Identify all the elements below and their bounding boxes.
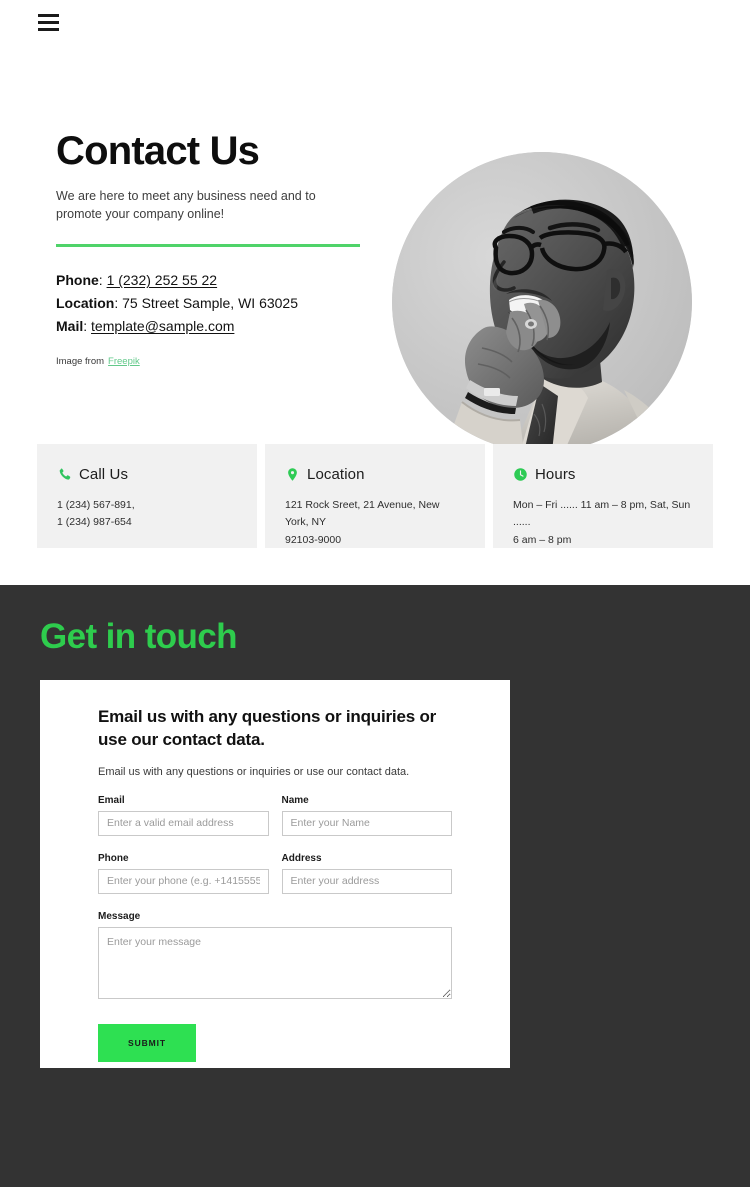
field-email: Email (98, 795, 269, 836)
contact-label-location: Location (56, 294, 115, 311)
hero-subtitle: We are here to meet any business need an… (56, 189, 316, 222)
submit-row: SUBMIT (98, 1023, 452, 1062)
label-message: Message (98, 910, 141, 922)
map-pin-icon (288, 468, 297, 481)
colon-separator: : (83, 317, 92, 334)
hours-line-1: Mon – Fri ...... 11 am – 8 pm, Sat, Sun … (513, 499, 691, 529)
phone-number-2: 1 (234) 987-654 (57, 516, 132, 529)
image-credit: Image from Freepik (56, 356, 376, 367)
phone-input[interactable] (98, 868, 269, 894)
green-divider (56, 244, 360, 248)
contact-label-mail: Mail (56, 317, 84, 334)
label-name: Name (281, 794, 309, 806)
card-header: Location (285, 466, 465, 483)
contact-line-mail: Mail: template@sample.com (56, 315, 376, 338)
form-heading: Email us with any questions or inquiries… (98, 707, 437, 749)
form-row-1: Email Name (98, 795, 452, 836)
info-card-location: Location 121 Rock Sreet, 21 Avenue, New … (265, 444, 485, 548)
card-body-call-us: 1 (234) 567-891, 1 (234) 987-654 (57, 497, 237, 532)
address-input[interactable] (281, 868, 452, 894)
phone-number-1: 1 (234) 567-891, (57, 499, 135, 511)
colon-separator: : (114, 294, 123, 311)
form-row-3: Message (98, 911, 452, 1004)
top-navigation-bar (0, 0, 750, 60)
card-header: Hours (513, 466, 693, 483)
field-phone: Phone (98, 853, 269, 894)
name-input[interactable] (281, 810, 452, 836)
hamburger-bar-2 (38, 21, 59, 24)
hero-section: Contact Us We are here to meet any busin… (0, 60, 750, 452)
form-row-2: Phone Address (98, 853, 452, 894)
email-input[interactable] (98, 810, 269, 836)
hero-portrait-image (392, 152, 692, 452)
page-root: Contact Us We are here to meet any busin… (0, 0, 750, 1187)
hamburger-bar-1 (38, 14, 59, 17)
contact-form-card: Email us with any questions or inquiries… (40, 680, 510, 1068)
label-address: Address (281, 852, 322, 864)
card-body-location: 121 Rock Sreet, 21 Avenue, New York, NY … (285, 497, 465, 549)
info-cards-row: Call Us 1 (234) 567-891, 1 (234) 987-654… (37, 444, 713, 548)
email-link[interactable]: template@sample.com (91, 318, 234, 334)
card-title-call-us: Call Us (79, 466, 129, 483)
label-email: Email (98, 794, 125, 806)
freepik-link[interactable]: Freepik (108, 356, 140, 367)
hamburger-bar-3 (38, 28, 59, 31)
contact-label-phone: Phone (56, 272, 99, 289)
field-address: Address (281, 852, 452, 894)
submit-button[interactable]: SUBMIT (98, 1023, 196, 1062)
card-header: Call Us (57, 466, 237, 483)
card-body-hours: Mon – Fri ...... 11 am – 8 pm, Sat, Sun … (513, 497, 693, 549)
hamburger-menu-icon[interactable] (38, 14, 59, 31)
form-description: Email us with any questions or inquiries… (98, 765, 410, 778)
hours-line-2: 6 am – 8 pm (513, 533, 572, 546)
contact-line-phone: Phone: 1 (232) 252 55 22 (56, 269, 376, 292)
address-line-2: 92103-9000 (285, 533, 342, 546)
contact-details-list: Phone: 1 (232) 252 55 22 Location: 75 St… (56, 269, 376, 337)
phone-icon (59, 468, 71, 480)
label-phone: Phone (98, 852, 129, 864)
hero-text-column: Contact Us We are here to meet any busin… (56, 130, 376, 367)
location-value: 75 Street Sample, WI 63025 (122, 294, 298, 311)
address-line-1: 121 Rock Sreet, 21 Avenue, New York, NY (285, 499, 440, 529)
card-title-hours: Hours (535, 466, 576, 483)
contact-line-location: Location: 75 Street Sample, WI 63025 (56, 292, 376, 315)
image-credit-prefix: Image from (56, 356, 105, 368)
page-title: Contact Us (56, 129, 260, 173)
colon-separator: : (98, 272, 107, 289)
field-name: Name (281, 794, 452, 836)
contact-form: Email Name Phone Address (98, 795, 452, 1062)
phone-link[interactable]: 1 (232) 252 55 22 (107, 272, 218, 288)
contact-form-section: Get in touch Email us with any questions… (0, 585, 750, 1187)
field-message: Message (98, 911, 452, 1004)
clock-icon (514, 468, 527, 481)
card-title-location: Location (307, 466, 365, 483)
info-card-call-us: Call Us 1 (234) 567-891, 1 (234) 987-654 (37, 444, 257, 548)
info-card-hours: Hours Mon – Fri ...... 11 am – 8 pm, Sat… (493, 444, 713, 548)
message-textarea[interactable] (98, 926, 452, 999)
section-heading-get-in-touch: Get in touch (40, 617, 238, 656)
